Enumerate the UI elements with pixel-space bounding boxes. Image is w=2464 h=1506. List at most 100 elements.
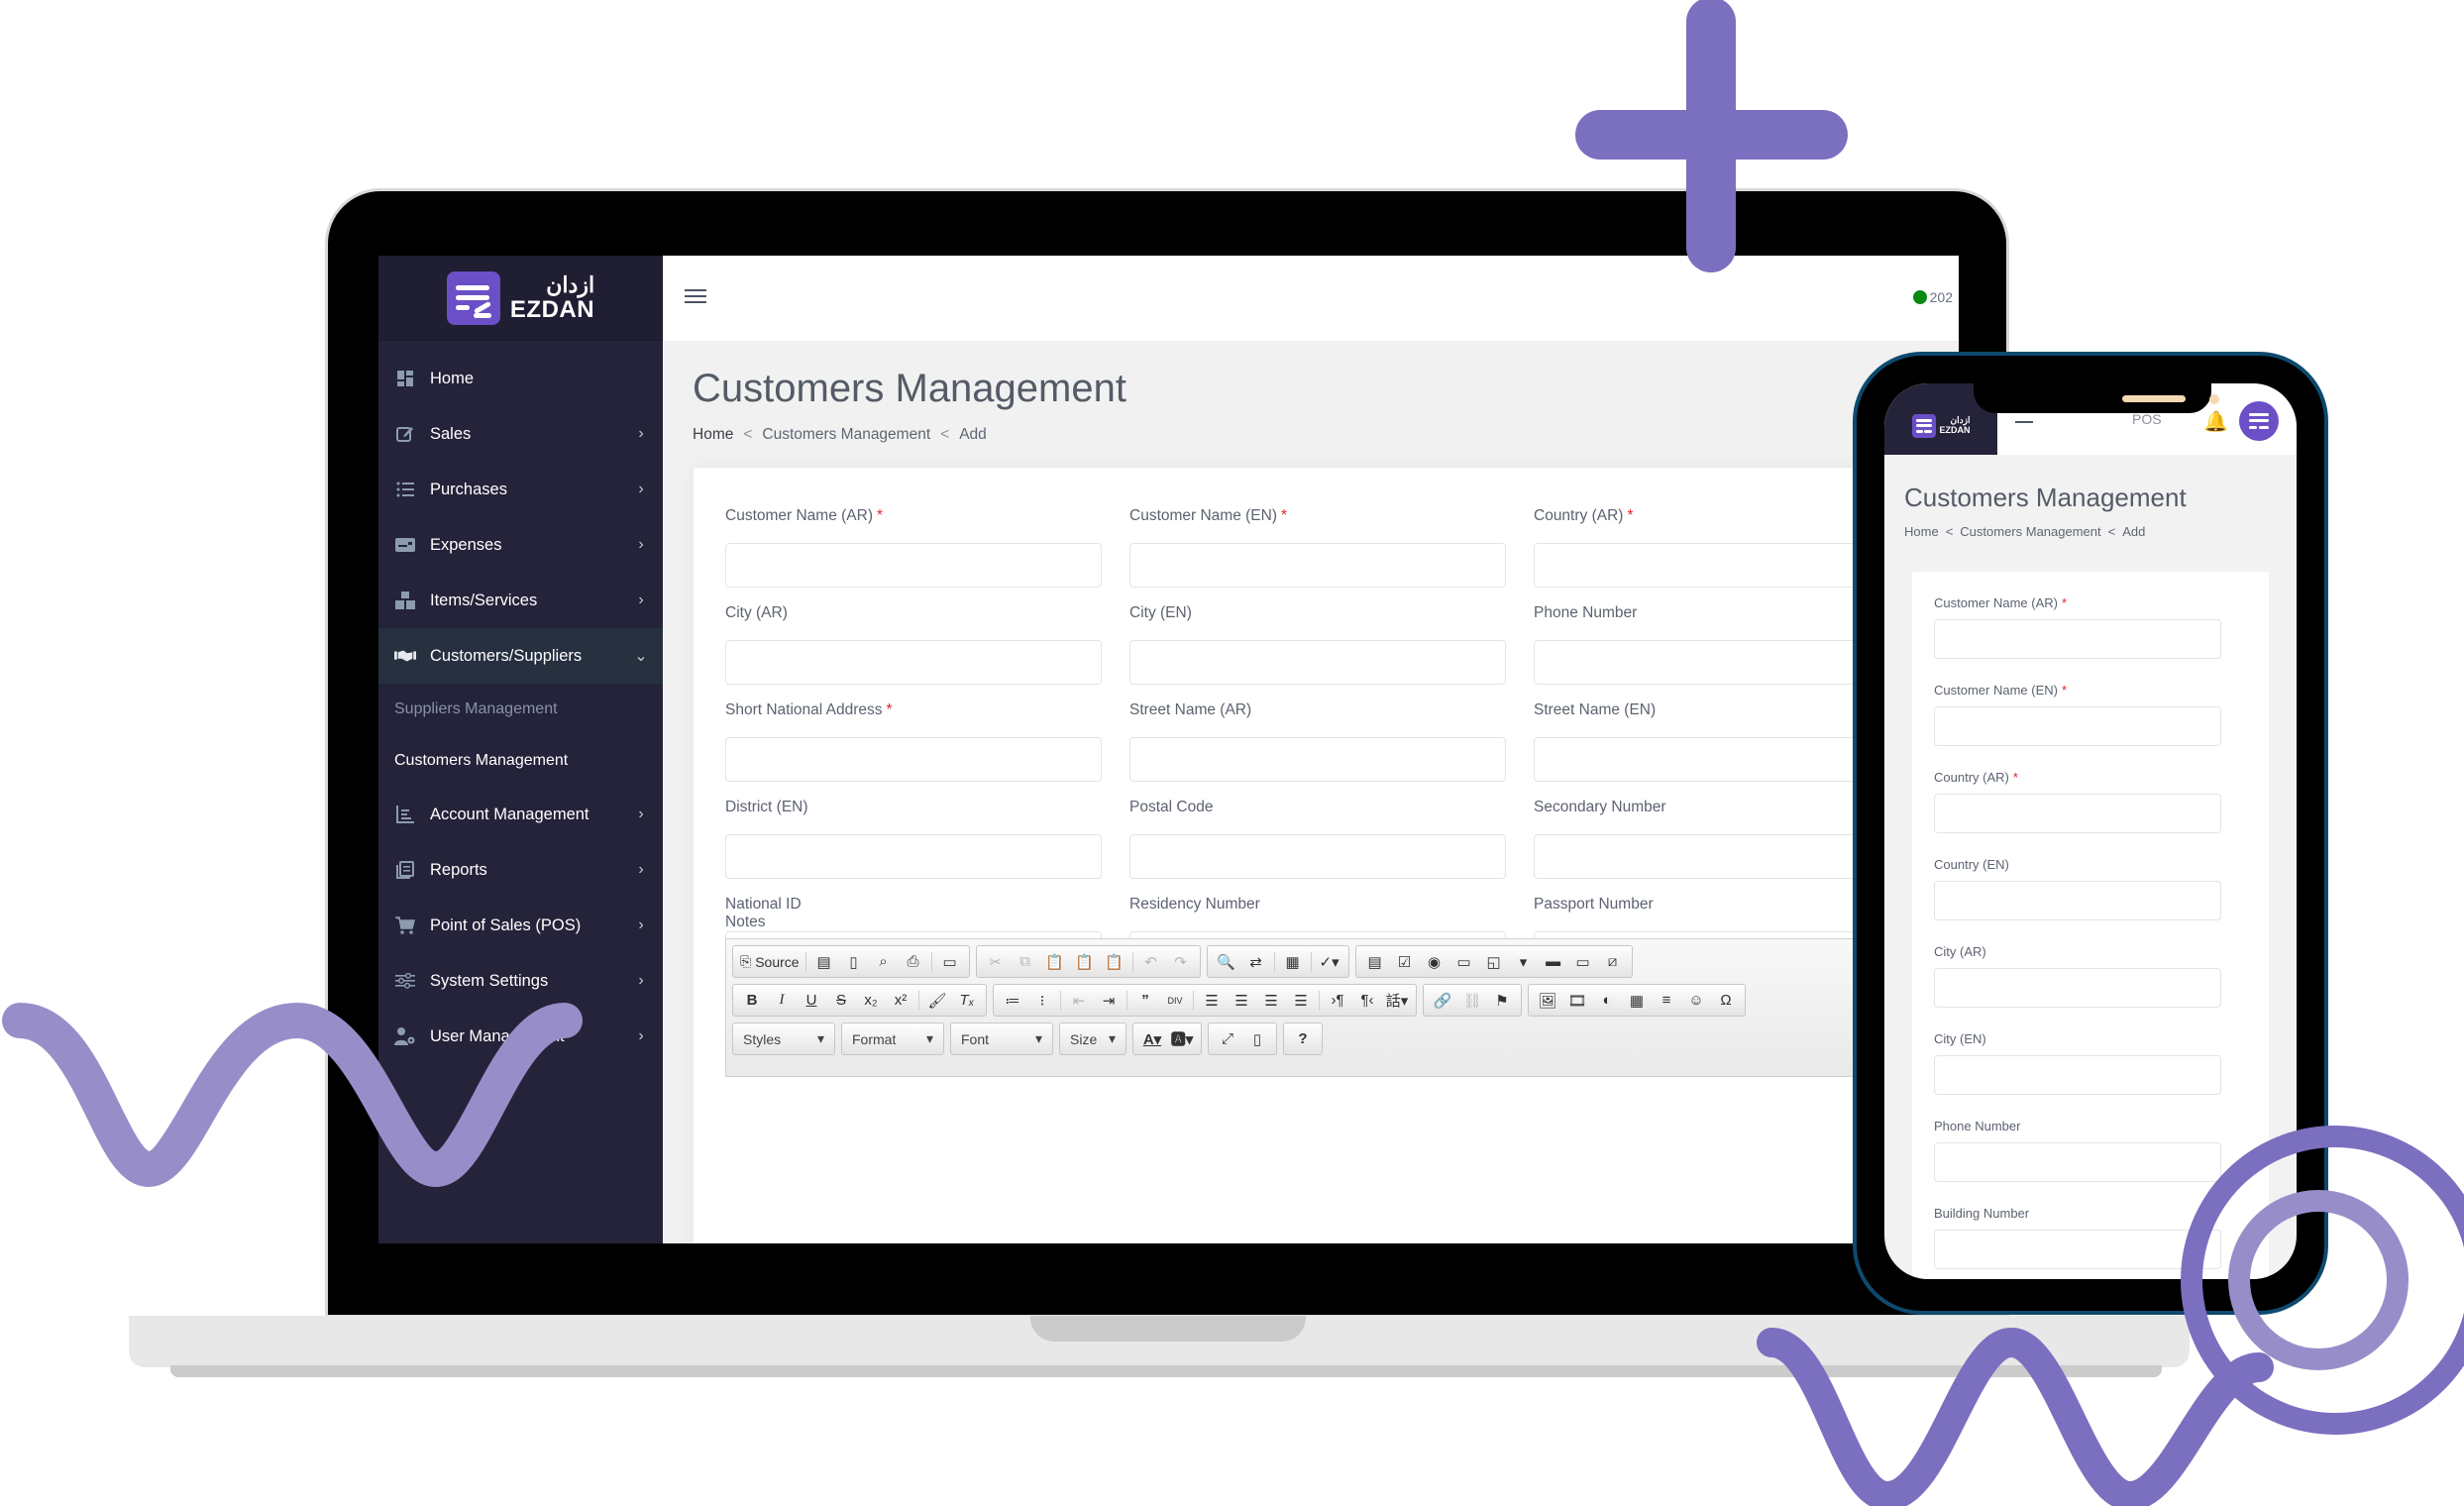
sidebar-item-sales[interactable]: Sales › — [378, 406, 663, 462]
phone-city-en-input[interactable] — [1934, 1055, 2221, 1095]
copy-format-icon[interactable]: 🖌 — [922, 987, 952, 1015]
pos-link[interactable]: POS — [2132, 411, 2162, 427]
form-icon[interactable]: ▤ — [1360, 948, 1390, 976]
superscript-icon[interactable]: x² — [886, 987, 915, 1015]
replace-icon[interactable]: ⇄ — [1241, 948, 1271, 976]
paste-text-icon[interactable]: 📋 — [1070, 948, 1100, 976]
show-blocks-icon[interactable]: ▯ — [1242, 1025, 1272, 1053]
breadcrumb-home[interactable]: Home — [693, 426, 733, 444]
cut-icon[interactable]: ✂ — [981, 948, 1011, 976]
logo[interactable]: ازدان EZDAN — [378, 256, 663, 341]
hr-icon[interactable]: ≡ — [1652, 987, 1681, 1015]
breadcrumb-customers-management[interactable]: Customers Management — [1960, 524, 2100, 539]
smiley-icon[interactable]: ☺ — [1681, 987, 1711, 1015]
phone-customer-name-ar-input[interactable] — [1934, 619, 2221, 659]
notes-rich-text-editor[interactable]: ⎘ Source ▤ ▯ ⌕ ⎙ ▭ ✂ ⧉ 📋 📋 📋 ↶ ↷ 🔍 ⇄ ▦ ✓… — [725, 938, 1959, 1077]
justify-icon[interactable]: ☰ — [1286, 987, 1316, 1015]
subscript-icon[interactable]: x₂ — [856, 987, 886, 1015]
checkbox-icon[interactable]: ☑ — [1390, 948, 1420, 976]
bulleted-list-icon[interactable]: ⁝ — [1027, 987, 1057, 1015]
short-national-address-input[interactable] — [725, 737, 1102, 782]
align-right-icon[interactable]: ☰ — [1256, 987, 1286, 1015]
preview-icon[interactable]: ⌕ — [869, 948, 899, 976]
styles-dropdown[interactable]: Styles ▾ — [732, 1022, 835, 1055]
align-left-icon[interactable]: ☰ — [1197, 987, 1227, 1015]
templates-icon[interactable]: ▭ — [935, 948, 965, 976]
sidebar-item-system-settings[interactable]: System Settings › — [378, 953, 663, 1009]
text-color-icon[interactable]: A▾ — [1137, 1025, 1167, 1053]
strike-icon[interactable]: S — [826, 987, 856, 1015]
find-icon[interactable]: 🔍 — [1212, 948, 1241, 976]
button-icon[interactable]: ▬ — [1539, 948, 1568, 976]
sidebar-item-purchases[interactable]: Purchases › — [378, 462, 663, 517]
print-icon[interactable]: ⎙ — [899, 948, 928, 976]
city-en-input[interactable] — [1129, 640, 1506, 685]
indent-icon[interactable]: ⇥ — [1094, 987, 1124, 1015]
flash-icon[interactable]: 🎞 — [1562, 987, 1592, 1015]
new-page-icon[interactable]: ▯ — [839, 948, 869, 976]
phone-country-ar-input[interactable] — [1934, 794, 2221, 833]
select-icon[interactable]: ▾ — [1509, 948, 1539, 976]
customer-name-ar-input[interactable] — [725, 543, 1102, 588]
district-en-input[interactable] — [725, 834, 1102, 879]
italic-icon[interactable]: I — [767, 987, 797, 1015]
unlink-icon[interactable]: ⛓ — [1457, 987, 1487, 1015]
city-ar-input[interactable] — [725, 640, 1102, 685]
align-center-icon[interactable]: ☰ — [1227, 987, 1256, 1015]
street-name-ar-input[interactable] — [1129, 737, 1506, 782]
help-icon[interactable]: ? — [1288, 1025, 1318, 1053]
special-char-icon[interactable]: Ω — [1711, 987, 1741, 1015]
textarea-icon[interactable]: ◱ — [1479, 948, 1509, 976]
underline-icon[interactable]: U — [797, 987, 826, 1015]
image-icon[interactable]: 🖼 — [1533, 987, 1562, 1015]
language-icon[interactable]: 話▾ — [1382, 987, 1412, 1015]
menu-toggle-icon[interactable] — [2015, 421, 2033, 423]
select-all-icon[interactable]: ▦ — [1278, 948, 1308, 976]
div-icon[interactable]: DIV — [1160, 987, 1190, 1015]
sidebar-item-home[interactable]: Home — [378, 351, 663, 406]
copy-icon[interactable]: ⧉ — [1011, 948, 1040, 976]
rtl-icon[interactable]: ¶‹ — [1352, 987, 1382, 1015]
numbered-list-icon[interactable]: ≔ — [998, 987, 1027, 1015]
source-button[interactable]: ⎘ Source — [737, 948, 803, 976]
sidebar-item-account-management[interactable]: Account Management › — [378, 787, 663, 842]
undo-icon[interactable]: ↶ — [1136, 948, 1166, 976]
sidebar-item-user-management[interactable]: User Management › — [378, 1009, 663, 1064]
format-dropdown[interactable]: Format ▾ — [841, 1022, 944, 1055]
blockquote-icon[interactable]: ” — [1130, 987, 1160, 1015]
spellcheck-icon[interactable]: ✓▾ — [1315, 948, 1344, 976]
bold-icon[interactable]: B — [737, 987, 767, 1015]
sidebar-item-customers-suppliers[interactable]: Customers/Suppliers ⌄ — [378, 628, 663, 684]
customer-name-en-input[interactable] — [1129, 543, 1506, 588]
avatar[interactable] — [2239, 401, 2279, 441]
phone-phone-number-input[interactable] — [1934, 1142, 2221, 1182]
paste-icon[interactable]: 📋 — [1040, 948, 1070, 976]
anchor-icon[interactable]: ⚑ — [1487, 987, 1517, 1015]
hidden-field-icon[interactable]: ⧄ — [1598, 948, 1628, 976]
table-icon[interactable]: ▦ — [1622, 987, 1652, 1015]
breadcrumb-customers-management[interactable]: Customers Management — [762, 426, 930, 444]
image-button-icon[interactable]: ▭ — [1568, 948, 1598, 976]
font-dropdown[interactable]: Font ▾ — [950, 1022, 1053, 1055]
bg-color-icon[interactable]: 🅰▾ — [1167, 1025, 1197, 1053]
remove-format-icon[interactable]: Tₓ — [952, 987, 982, 1015]
phone-country-en-input[interactable] — [1934, 881, 2221, 920]
maximize-icon[interactable]: ⤢ — [1213, 1025, 1242, 1053]
radio-icon[interactable]: ◉ — [1420, 948, 1449, 976]
phone-city-ar-input[interactable] — [1934, 968, 2221, 1008]
paste-word-icon[interactable]: 📋 — [1100, 948, 1129, 976]
link-icon[interactable]: 🔗 — [1428, 987, 1457, 1015]
breadcrumb-home[interactable]: Home — [1904, 524, 1939, 539]
sidebar-item-pos[interactable]: Point of Sales (POS) › — [378, 898, 663, 953]
sidebar-item-items-services[interactable]: Items/Services › — [378, 573, 663, 628]
bell-icon[interactable]: 🔔 — [2203, 409, 2228, 434]
redo-icon[interactable]: ↷ — [1166, 948, 1196, 976]
size-dropdown[interactable]: Size ▾ — [1059, 1022, 1126, 1055]
ltr-icon[interactable]: ›¶ — [1323, 987, 1352, 1015]
sidebar-subitem-customers-management[interactable]: Customers Management — [378, 735, 663, 787]
menu-toggle-icon[interactable] — [685, 289, 706, 305]
outdent-icon[interactable]: ⇤ — [1064, 987, 1094, 1015]
phone-customer-name-en-input[interactable] — [1934, 706, 2221, 746]
phone-building-number-input[interactable] — [1934, 1230, 2221, 1269]
postal-code-input[interactable] — [1129, 834, 1506, 879]
